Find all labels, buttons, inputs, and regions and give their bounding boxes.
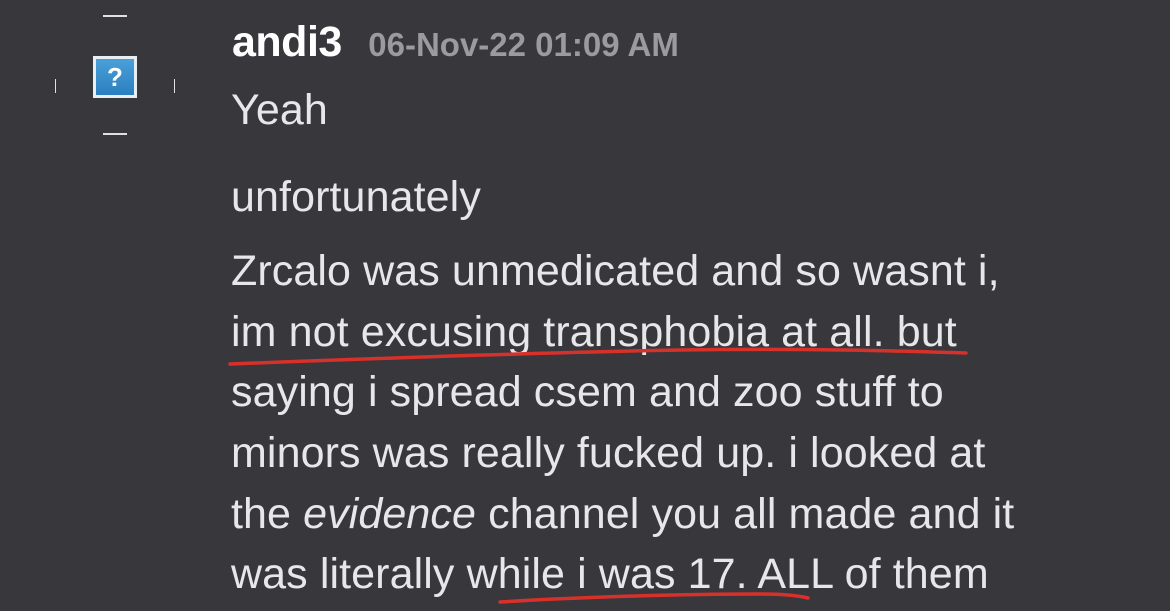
message-line: unfortunately: [231, 173, 481, 221]
message-line: minors was really fucked up. i looked at: [231, 429, 986, 477]
message-line: Yeah: [231, 86, 328, 134]
message-line: saying i spread csem and zoo stuff to: [231, 368, 944, 416]
timestamp: 06-Nov-22 01:09 AM: [368, 26, 679, 63]
avatar[interactable]: ?: [55, 15, 175, 135]
message-line: was literally while i was 17. ALL of the…: [231, 550, 989, 598]
username[interactable]: andi3: [232, 18, 342, 66]
message-line: Zrcalo was unmedicated and so wasnt i,: [231, 247, 1000, 295]
italic-text-segment: evidence: [303, 490, 477, 538]
message-line: im not excusing transphobia at all. but: [231, 308, 957, 356]
message-header: andi3 06-Nov-22 01:09 AM: [232, 18, 679, 67]
text-segment: the: [231, 490, 304, 538]
text-segment: channel you all made and it: [476, 490, 1015, 538]
chat-message-view: ? andi3 06-Nov-22 01:09 AM Yeah unfortun…: [0, 0, 1170, 611]
unknown-avatar-icon: ?: [93, 56, 137, 98]
message-line: the evidence channel you all made and it: [231, 490, 1014, 539]
